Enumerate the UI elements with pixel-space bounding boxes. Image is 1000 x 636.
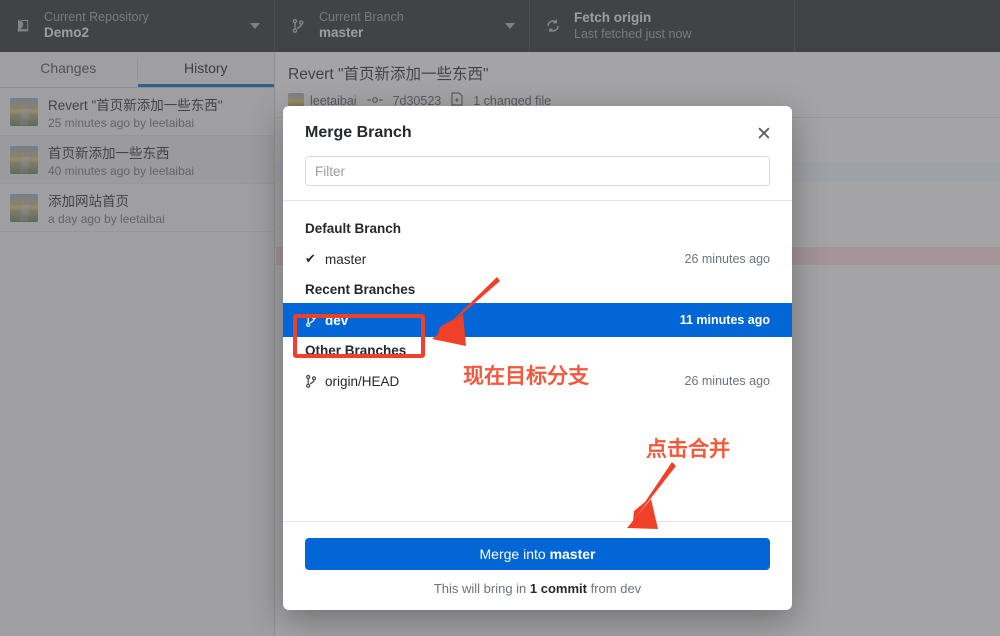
- dialog-header: Merge Branch ✕: [283, 106, 792, 201]
- group-heading-other: Other Branches: [305, 343, 407, 358]
- branch-row-dev[interactable]: dev 11 minutes ago: [283, 303, 792, 337]
- branch-icon: [305, 313, 325, 328]
- branch-row-master[interactable]: ✔ master 26 minutes ago: [283, 242, 792, 276]
- branch-name: origin/HEAD: [325, 373, 400, 389]
- merge-button-prefix: Merge into: [479, 546, 550, 562]
- dialog-footer: Merge into master This will bring in 1 c…: [283, 521, 792, 610]
- dialog-title: Merge Branch: [305, 124, 412, 141]
- branch-name: master: [325, 251, 367, 267]
- group-heading-default: Default Branch: [305, 221, 402, 236]
- branch-time: 26 minutes ago: [684, 252, 770, 266]
- merge-button-target: master: [549, 546, 596, 562]
- merge-summary-note: This will bring in 1 commit from dev: [305, 581, 770, 596]
- branch-time: 11 minutes ago: [679, 313, 770, 327]
- merge-into-master-button[interactable]: Merge into master: [305, 538, 770, 570]
- group-heading-recent: Recent Branches: [305, 282, 416, 297]
- app-window: Current Repository Demo2 Current Branch …: [0, 0, 1000, 636]
- branch-row-origin-head[interactable]: origin/HEAD 26 minutes ago: [283, 364, 792, 398]
- branch-icon: [305, 374, 325, 389]
- filter-input[interactable]: [305, 156, 770, 186]
- check-icon: ✔: [305, 251, 316, 266]
- branch-time: 26 minutes ago: [684, 374, 770, 388]
- note-count: 1 commit: [529, 581, 587, 596]
- note-prefix: This will bring in: [433, 581, 530, 596]
- close-icon[interactable]: ✕: [754, 125, 774, 146]
- branch-list: Default Branch ✔ master 26 minutes ago R…: [283, 201, 792, 521]
- note-suffix: from dev: [586, 581, 642, 596]
- merge-branch-dialog: Merge Branch ✕ Default Branch ✔ master 2…: [283, 106, 792, 610]
- branch-name: dev: [325, 312, 349, 328]
